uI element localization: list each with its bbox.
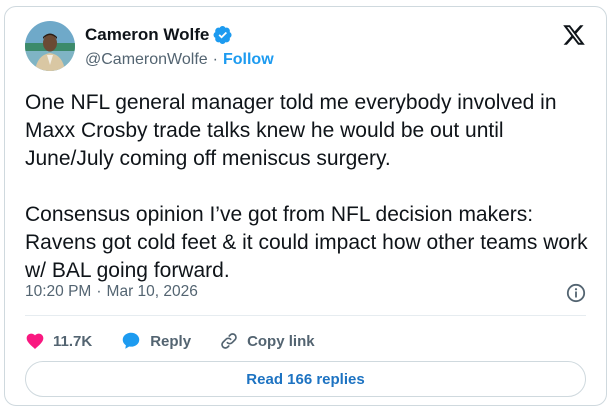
action-bar: 11.7K Reply Copy link [25,327,343,355]
avatar[interactable] [25,21,75,71]
reply-label: Reply [150,332,192,350]
handle-row: @CameronWolfe · Follow [85,51,274,69]
link-icon [221,333,237,349]
display-name[interactable]: Cameron Wolfe [85,25,209,45]
info-icon[interactable] [566,283,586,303]
handle-separator: · [212,51,218,68]
tweet-card: Cameron Wolfe @CameronWolfe · Follow One… [4,6,607,406]
read-replies-button[interactable]: Read 166 replies [25,361,586,397]
timestamp[interactable]: 10:20 PM · Mar 10, 2026 [25,283,198,301]
avatar-photo [25,21,75,71]
timestamp-separator: · [96,283,102,300]
copy-link-button[interactable]: Copy link [219,331,315,351]
verified-badge-icon [213,25,233,45]
author-name-row: Cameron Wolfe [85,25,233,45]
x-logo-icon[interactable] [562,23,586,47]
tweet-time[interactable]: 10:20 PM [25,283,91,301]
divider [25,315,586,316]
reply-button[interactable]: Reply [120,330,191,352]
like-count: 11.7K [53,332,93,350]
tweet-date[interactable]: Mar 10, 2026 [107,283,198,301]
like-button[interactable]: 11.7K [25,331,92,351]
handle[interactable]: @CameronWolfe [85,51,208,69]
follow-button[interactable]: Follow [223,51,274,69]
copy-link-label: Copy link [247,332,315,350]
heart-icon [26,333,44,349]
tweet-text: One NFL general manager told me everybod… [25,91,588,282]
reply-bubble-icon [122,332,140,349]
